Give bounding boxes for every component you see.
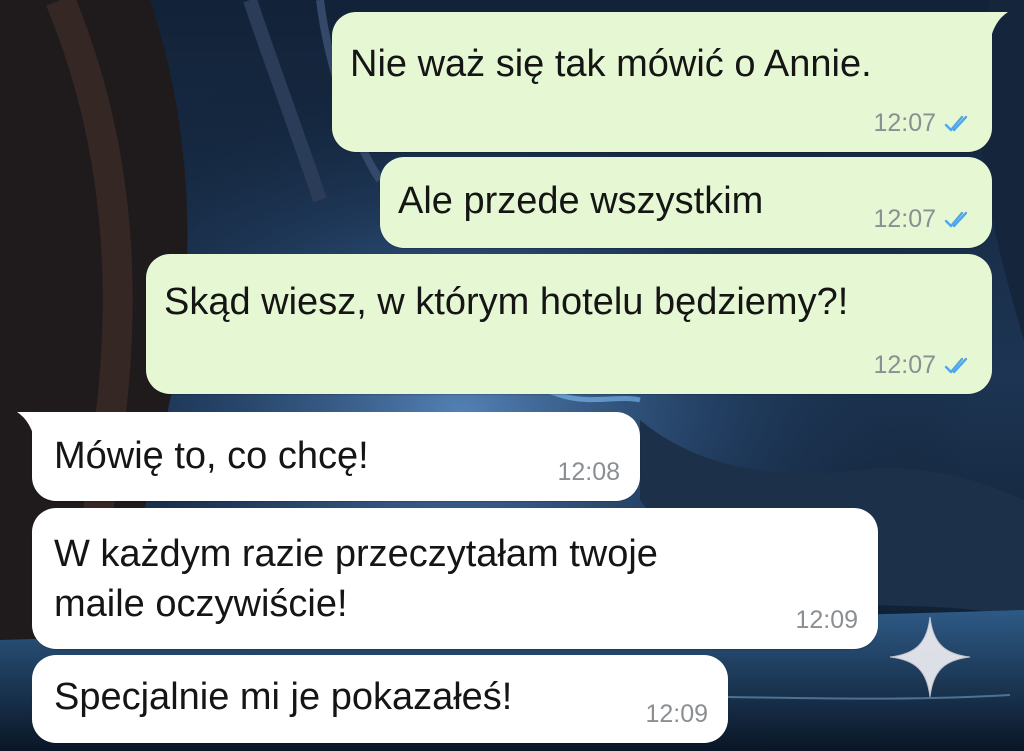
double-check-icon: [944, 115, 968, 131]
message-time: 12:07: [873, 351, 936, 379]
message-bubble-incoming[interactable]: Specjalnie mi je pokazałeś! 12:09: [32, 655, 728, 743]
message-meta: 12:09: [645, 700, 708, 729]
bubble-tail: [984, 12, 1008, 34]
message-bubble-outgoing[interactable]: Nie waż się tak mówić o Annie. 12:07: [332, 12, 992, 152]
message-time: 12:09: [645, 700, 708, 728]
message-meta: 12:07: [873, 109, 972, 138]
chat-message-list[interactable]: Nie waż się tak mówić o Annie. 12:07 Ale…: [0, 0, 1024, 751]
message-bubble-outgoing[interactable]: Skąd wiesz, w którym hotelu będziemy?! 1…: [146, 254, 992, 394]
message-meta: 12:07: [873, 205, 972, 234]
message-text: Specjalnie mi je pokazałeś!: [54, 676, 513, 718]
message-time: 12:08: [557, 458, 620, 486]
message-time: 12:07: [873, 109, 936, 137]
message-time: 12:09: [795, 606, 858, 634]
message-meta: 12:09: [795, 606, 858, 635]
message-text-line-2: maile oczywiście!: [54, 583, 348, 625]
message-text: Skąd wiesz, w którym hotelu będziemy?!: [164, 281, 849, 323]
double-check-icon: [944, 357, 968, 373]
message-bubble-incoming[interactable]: W każdym razie przeczytałam twoje maile …: [32, 508, 878, 649]
message-text: Ale przede wszystkim: [398, 180, 764, 222]
double-check-icon: [944, 211, 968, 227]
message-text-line-1: W każdym razie przeczytałam twoje: [54, 533, 658, 575]
message-bubble-incoming[interactable]: Mówię to, co chcę! 12:08: [32, 412, 640, 501]
message-bubble-outgoing[interactable]: Ale przede wszystkim 12:07: [380, 157, 992, 248]
message-time: 12:07: [873, 205, 936, 233]
message-text: Mówię to, co chcę!: [54, 435, 369, 477]
message-meta: 12:08: [557, 458, 620, 487]
message-text: Nie waż się tak mówić o Annie.: [350, 43, 872, 85]
sparkle-icon: [889, 616, 971, 698]
message-meta: 12:07: [873, 351, 972, 380]
